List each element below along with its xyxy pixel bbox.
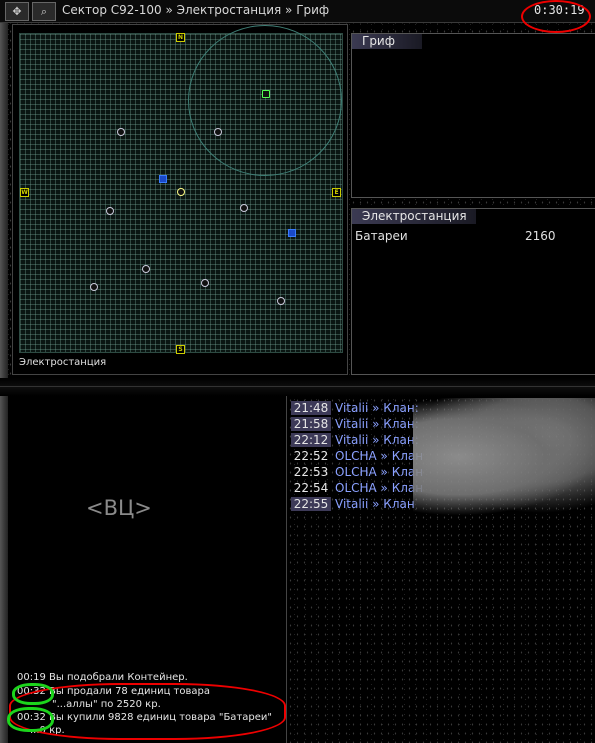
ship-icon[interactable]: [288, 229, 296, 237]
map-caption: Электростанция: [19, 357, 107, 368]
station-panel-title[interactable]: Электростанция: [352, 209, 476, 224]
cargo-item-name[interactable]: Батареи: [355, 229, 408, 243]
chat-message[interactable]: OLCHA » Клан: [335, 481, 423, 495]
chat-time: 21:58: [291, 417, 331, 431]
redaction-blur: [413, 398, 595, 516]
divider-line: [0, 386, 595, 387]
scan-range-circle: [188, 25, 342, 176]
station-icon[interactable]: [240, 204, 248, 212]
player-ship-icon[interactable]: [262, 90, 270, 98]
chat-message[interactable]: Vitalii » Клан: [335, 497, 415, 511]
station-icon[interactable]: [214, 128, 222, 136]
station-icon[interactable]: [106, 207, 114, 215]
ship-icon[interactable]: [159, 175, 167, 183]
green-annotation-ring: [7, 707, 54, 732]
log-line: 00:19 Вы подобрали Контейнер.: [17, 672, 188, 683]
breadcrumb: Сектор C92-100 » Электростанция » Гриф: [62, 3, 330, 17]
west-marker: W: [20, 188, 29, 197]
chat-time: 22:12: [291, 433, 331, 447]
log-time: 00:19: [17, 672, 46, 683]
south-marker: S: [176, 345, 185, 354]
chat-message[interactable]: OLCHA » Клан: [335, 465, 423, 479]
panel-divider[interactable]: [0, 378, 595, 396]
search-icon[interactable]: ⌕: [32, 2, 56, 21]
chat-time: 21:48: [291, 401, 331, 415]
chat-time: 22:55: [291, 497, 331, 511]
green-annotation-ring: [12, 683, 54, 705]
chat-message[interactable]: OLCHA » Клан: [335, 449, 423, 463]
star-icon[interactable]: [177, 188, 185, 196]
station-icon[interactable]: [117, 128, 125, 136]
center-placeholder-label: <ВЦ>: [86, 496, 152, 520]
left-rail-bottom: [0, 396, 8, 743]
chat-message[interactable]: Vitalii » Клан:: [335, 417, 419, 431]
log-text: Вы подобрали Контейнер.: [49, 672, 188, 683]
east-marker: E: [332, 188, 341, 197]
station-icon[interactable]: [201, 279, 209, 287]
target-panel-title[interactable]: Гриф: [352, 34, 422, 49]
chat-message[interactable]: Vitalii » Клан:: [335, 433, 419, 447]
north-marker: N: [176, 33, 185, 42]
station-icon[interactable]: [277, 297, 285, 305]
cargo-item-qty: 2160: [525, 229, 556, 243]
chat-time: 22:53: [293, 465, 329, 479]
chat-time: 22:54: [293, 481, 329, 495]
target-panel: [351, 33, 595, 198]
left-rail: [0, 23, 8, 378]
chat-time: 22:52: [293, 449, 329, 463]
station-icon[interactable]: [142, 265, 150, 273]
red-annotation-ring: [521, 0, 591, 33]
station-icon[interactable]: [90, 283, 98, 291]
chat-message[interactable]: Vitalii » Клан:: [335, 401, 419, 415]
move-arrows-icon[interactable]: ✥: [5, 2, 29, 21]
